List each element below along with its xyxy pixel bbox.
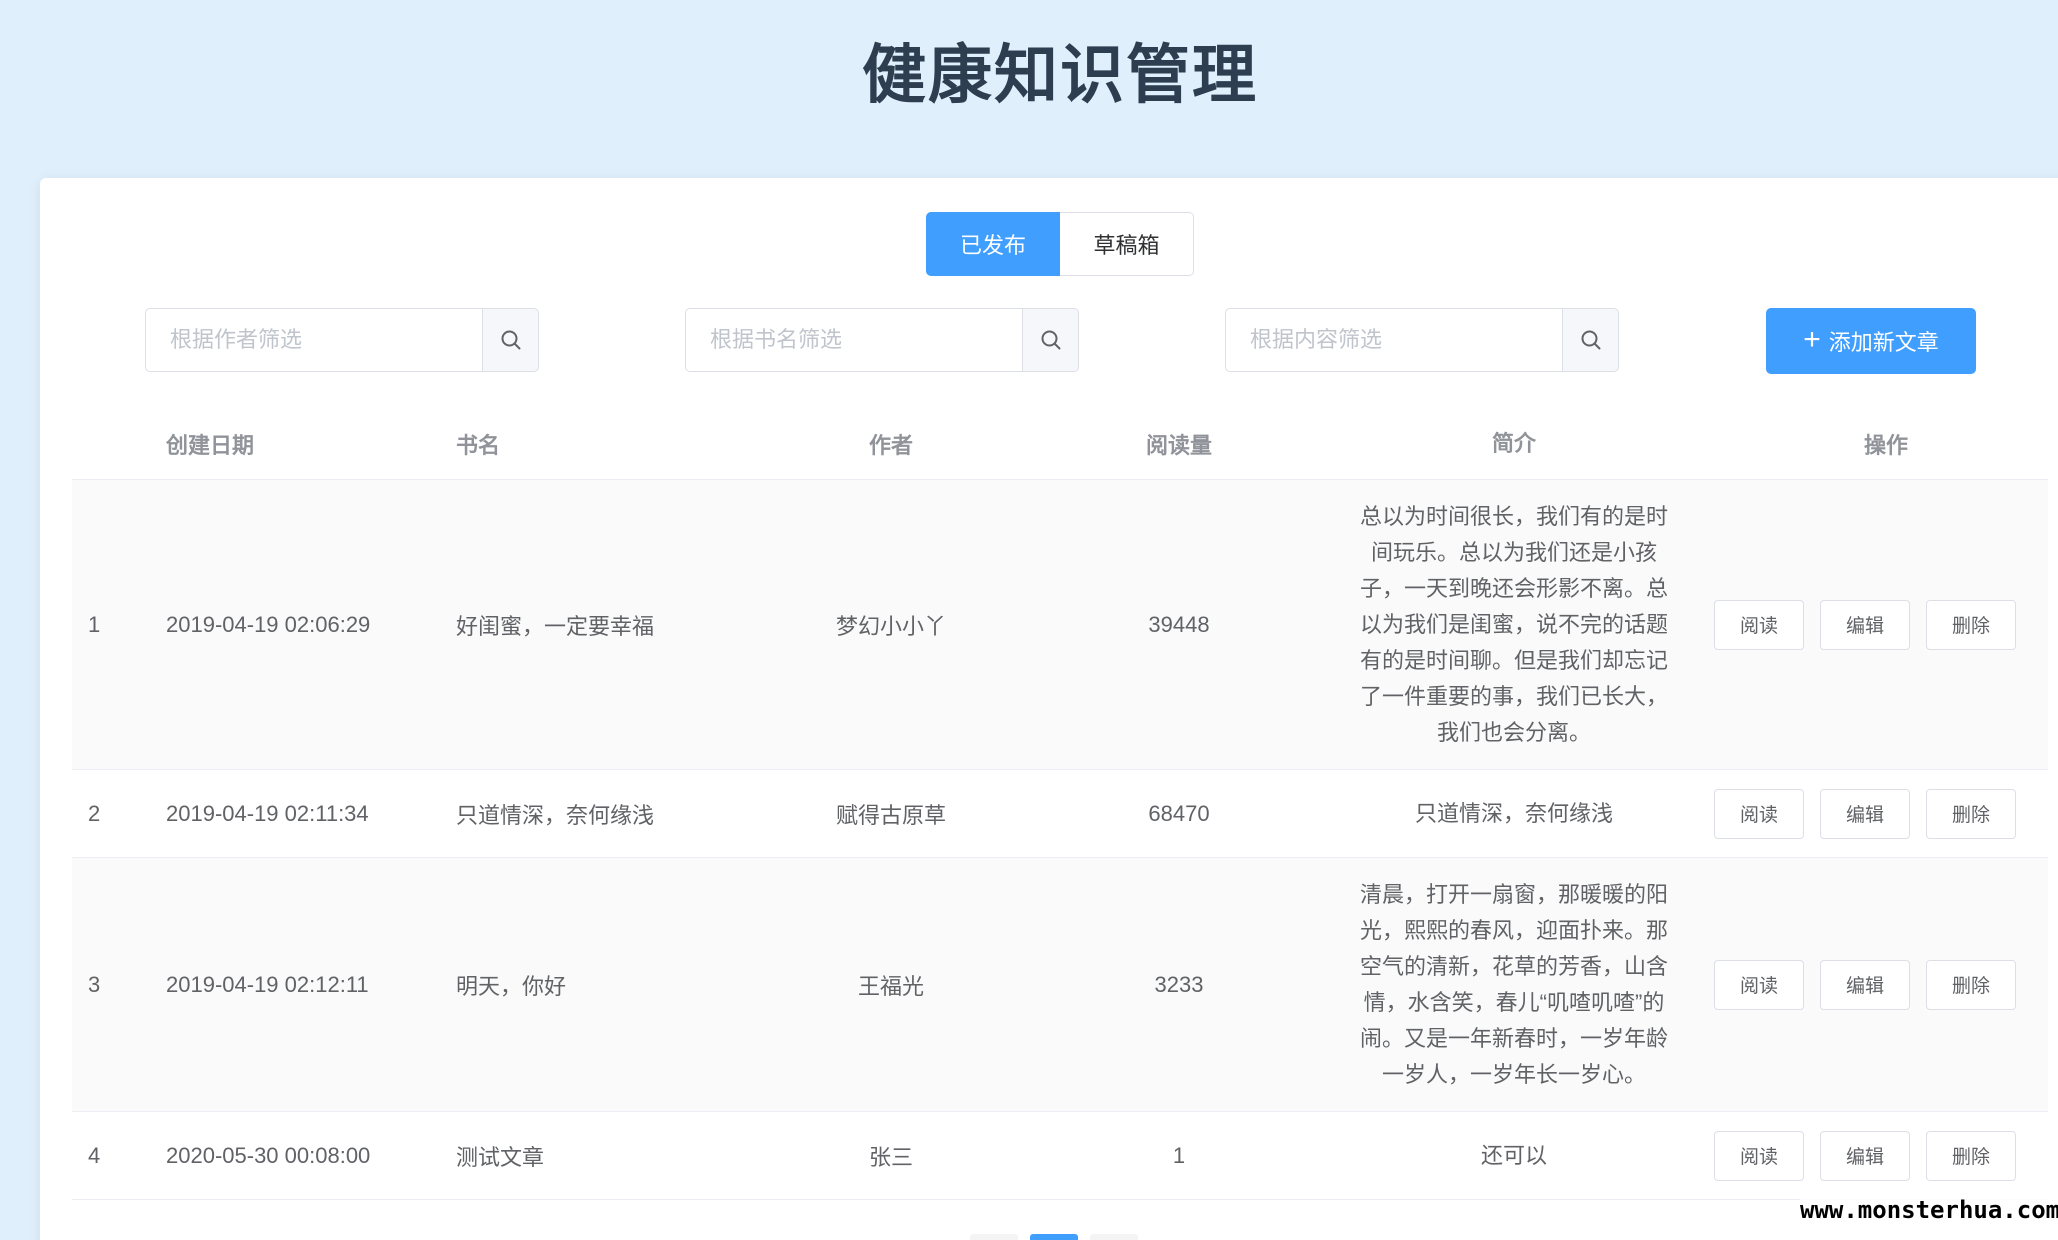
plus-icon: + [1803, 323, 1821, 356]
add-article-label: 添加新文章 [1828, 330, 1939, 355]
tab-drafts[interactable]: 草稿箱 [1060, 212, 1194, 276]
content-filter [1225, 308, 1619, 372]
book-filter-input[interactable] [685, 308, 1023, 372]
table-row: 4 2020-05-30 00:08:00 测试文章 张三 1 还可以 阅读 编… [72, 1112, 2048, 1200]
search-icon [1581, 330, 1600, 350]
row-title: 只道情深，奈何缘浅 [456, 802, 655, 828]
pagination-page-current[interactable] [1030, 1234, 1078, 1240]
book-search-button[interactable] [1023, 308, 1079, 372]
row-title: 明天，你好 [456, 973, 567, 999]
row-actions: 阅读 编辑 删除 [1676, 1130, 2048, 1181]
row-date: 2019-04-19 02:11:34 [166, 800, 369, 826]
page-title: 健康知识管理 [862, 39, 1258, 111]
author-filter [145, 308, 539, 372]
header-intro: 简介 [1491, 430, 1536, 456]
row-date: 2020-05-30 00:08:00 [166, 1142, 371, 1168]
author-filter-input[interactable] [145, 308, 483, 372]
pagination-next[interactable] [1090, 1234, 1138, 1240]
row-intro: 总以为时间很长，我们有的是时间玩乐。总以为我们还是小孩子，一天到晚还会形影不离。… [1359, 503, 1668, 745]
delete-button[interactable]: 删除 [1926, 788, 2016, 839]
delete-button[interactable]: 删除 [1926, 599, 2016, 650]
read-button[interactable]: 阅读 [1714, 959, 1804, 1010]
row-index: 4 [88, 1142, 101, 1168]
row-reads: 39448 [1148, 611, 1210, 637]
table-header: 创建日期 书名 作者 阅读量 简介 操作 [72, 408, 2048, 480]
row-date: 2019-04-19 02:06:29 [166, 611, 371, 637]
row-actions: 阅读 编辑 删除 [1676, 959, 2048, 1010]
row-index: 1 [88, 611, 101, 637]
content-filter-input[interactable] [1225, 308, 1563, 372]
row-intro: 还可以 [1480, 1142, 1547, 1168]
row-actions: 阅读 编辑 删除 [1676, 599, 2048, 650]
row-date: 2019-04-19 02:12:11 [166, 971, 369, 997]
read-button[interactable]: 阅读 [1714, 1130, 1804, 1181]
edit-button[interactable]: 编辑 [1820, 1130, 1910, 1181]
pagination [970, 1234, 1138, 1240]
delete-button[interactable]: 删除 [1926, 1130, 2016, 1181]
header-actions: 操作 [1863, 432, 1908, 458]
content-search-button[interactable] [1563, 308, 1619, 372]
search-icon [1041, 330, 1060, 350]
row-author: 梦幻小小丫 [835, 613, 946, 639]
row-title: 好闺蜜，一定要幸福 [456, 613, 655, 639]
pagination-prev[interactable] [970, 1234, 1018, 1240]
row-index: 2 [88, 800, 101, 826]
status-tabs: 已发布 草稿箱 [926, 212, 1194, 276]
row-intro: 清晨，打开一扇窗，那暖暖的阳光，熙熙的春风，迎面扑来。那空气的清新，花草的芳香，… [1359, 881, 1668, 1087]
tab-published[interactable]: 已发布 [926, 212, 1060, 276]
author-search-button[interactable] [483, 308, 539, 372]
read-button[interactable]: 阅读 [1714, 788, 1804, 839]
articles-table: 创建日期 书名 作者 阅读量 简介 操作 1 2019-04-19 02:06:… [72, 408, 2048, 1200]
row-author: 张三 [868, 1144, 913, 1170]
row-author: 赋得古原草 [835, 802, 946, 828]
watermark: www.monsterhua.com [1800, 1196, 2058, 1224]
row-title: 测试文章 [456, 1144, 545, 1170]
delete-button[interactable]: 删除 [1926, 959, 2016, 1010]
table-row: 2 2019-04-19 02:11:34 只道情深，奈何缘浅 赋得古原草 68… [72, 770, 2048, 858]
header-reads: 阅读量 [1145, 432, 1212, 458]
edit-button[interactable]: 编辑 [1820, 959, 1910, 1010]
edit-button[interactable]: 编辑 [1820, 599, 1910, 650]
row-index: 3 [88, 971, 101, 997]
header-date: 创建日期 [166, 432, 255, 458]
read-button[interactable]: 阅读 [1714, 599, 1804, 650]
edit-button[interactable]: 编辑 [1820, 788, 1910, 839]
row-actions: 阅读 编辑 删除 [1676, 788, 2048, 839]
table-row: 1 2019-04-19 02:06:29 好闺蜜，一定要幸福 梦幻小小丫 39… [72, 480, 2048, 770]
row-reads: 1 [1172, 1142, 1186, 1168]
header-title: 书名 [456, 432, 501, 458]
row-reads: 68470 [1148, 800, 1210, 826]
table-row: 3 2019-04-19 02:12:11 明天，你好 王福光 3233 清晨，… [72, 858, 2048, 1112]
header-author: 作者 [868, 432, 913, 458]
book-filter [685, 308, 1079, 372]
search-icon [501, 330, 520, 350]
add-article-button[interactable]: + 添加新文章 [1766, 308, 1976, 374]
row-reads: 3233 [1154, 971, 1204, 997]
row-intro: 只道情深，奈何缘浅 [1414, 800, 1613, 826]
row-author: 王福光 [857, 973, 924, 999]
